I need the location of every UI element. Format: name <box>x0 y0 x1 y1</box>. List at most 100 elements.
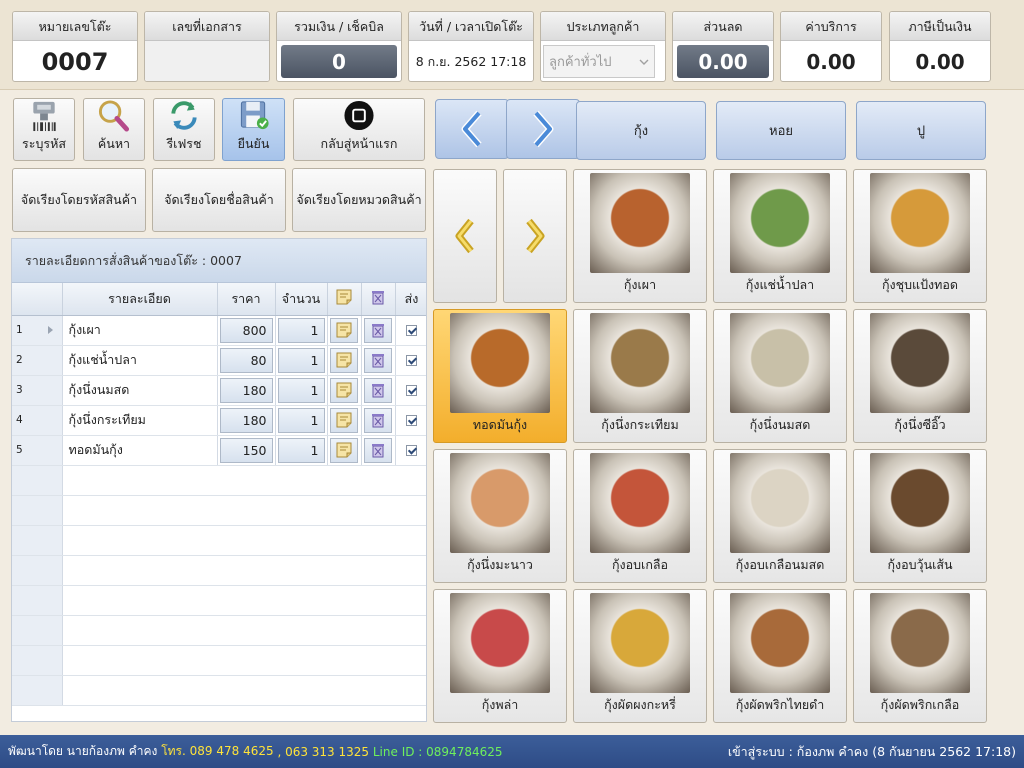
note-button[interactable] <box>330 317 358 343</box>
trash-icon <box>372 324 384 338</box>
note-button[interactable] <box>330 377 358 403</box>
send-cell[interactable] <box>395 435 426 466</box>
item-price[interactable]: 80 <box>219 347 273 373</box>
menu-item-tile[interactable]: กุ้งผัดพริกเกลือ <box>853 589 987 723</box>
order-row[interactable]: 1 กุ้งเผา 800 1 <box>12 315 426 346</box>
delete-cell[interactable] <box>361 345 396 376</box>
item-qty-cell[interactable]: 1 <box>275 435 328 466</box>
category-prev-button[interactable] <box>435 99 509 159</box>
customer-type-box: ประเภทลูกค้า ลูกค้าทั่วไป <box>540 11 666 82</box>
category-shellfish-button[interactable]: หอย <box>716 101 846 160</box>
customer-type-value: ลูกค้าทั่วไป <box>549 55 612 70</box>
note-header <box>327 283 362 316</box>
send-cell[interactable] <box>395 315 426 346</box>
delete-cell[interactable] <box>361 405 396 436</box>
menu-item-tile[interactable]: กุ้งนึ่งซีอิ๊ว <box>853 309 987 443</box>
chevron-right-icon <box>533 110 554 148</box>
delete-cell[interactable] <box>361 315 396 346</box>
item-price-cell[interactable]: 180 <box>217 375 276 406</box>
delete-cell[interactable] <box>361 435 396 466</box>
category-crab-button[interactable]: ปู <box>856 101 986 160</box>
order-row[interactable]: 4 กุ้งนึ่งกระเทียม 180 1 <box>12 405 426 436</box>
send-checkbox[interactable] <box>406 354 417 366</box>
sort-by-category-button[interactable]: จัดเรียงโดยหมวดสินค้า <box>292 168 426 232</box>
send-checkbox[interactable] <box>406 384 417 396</box>
note-cell[interactable] <box>327 315 362 346</box>
order-row[interactable]: 2 กุ้งแช่น้ำปลา 80 1 <box>12 345 426 376</box>
discount-value[interactable]: 0.00 <box>677 45 769 78</box>
item-qty-cell[interactable]: 1 <box>275 375 328 406</box>
send-cell[interactable] <box>395 405 426 436</box>
note-cell[interactable] <box>327 435 362 466</box>
row-number: 3 <box>12 375 63 406</box>
item-qty[interactable]: 1 <box>277 317 325 343</box>
send-cell[interactable] <box>395 375 426 406</box>
item-qty-cell[interactable]: 1 <box>275 405 328 436</box>
save-disk-icon <box>240 101 269 130</box>
menu-item-tile[interactable]: กุ้งผัดผงกะหรี่ <box>573 589 707 723</box>
delete-button[interactable] <box>364 377 392 403</box>
trash-icon <box>372 384 384 398</box>
search-button[interactable]: ค้นหา <box>83 98 145 161</box>
delete-button[interactable] <box>364 407 392 433</box>
item-qty[interactable]: 1 <box>277 407 325 433</box>
item-price-cell[interactable]: 180 <box>217 405 276 436</box>
barcode-button[interactable]: ระบุรหัส <box>13 98 75 161</box>
note-button[interactable] <box>330 347 358 373</box>
send-cell[interactable] <box>395 345 426 376</box>
menu-item-tile[interactable]: ทอดมันกุ้ง <box>433 309 567 443</box>
note-cell[interactable] <box>327 405 362 436</box>
item-qty-cell[interactable]: 1 <box>275 345 328 376</box>
delete-button[interactable] <box>364 347 392 373</box>
category-next-button[interactable] <box>506 99 580 159</box>
note-button[interactable] <box>330 437 358 463</box>
item-qty-cell[interactable]: 1 <box>275 315 328 346</box>
customer-type-select[interactable]: ลูกค้าทั่วไป <box>543 45 655 78</box>
delete-button[interactable] <box>364 317 392 343</box>
send-checkbox[interactable] <box>406 324 417 336</box>
item-qty[interactable]: 1 <box>277 347 325 373</box>
menu-item-tile[interactable]: กุ้งผัดพริกไทยดำ <box>713 589 847 723</box>
item-qty[interactable]: 1 <box>277 437 325 463</box>
menu-item-tile[interactable]: กุ้งแช่น้ำปลา <box>713 169 847 303</box>
discount-box[interactable]: ส่วนลด 0.00 <box>672 11 774 82</box>
note-button[interactable] <box>330 407 358 433</box>
refresh-button[interactable]: รีเฟรช <box>153 98 215 161</box>
item-price-cell[interactable]: 150 <box>217 435 276 466</box>
confirm-button[interactable]: ยืนยัน <box>222 98 285 161</box>
order-row[interactable]: 3 กุ้งนึ่งนมสด 180 1 <box>12 375 426 406</box>
delete-button[interactable] <box>364 437 392 463</box>
total-value[interactable]: 0 <box>281 45 397 78</box>
menu-item-tile[interactable]: กุ้งอบวุ้นเส้น <box>853 449 987 583</box>
menu-item-tile[interactable]: กุ้งอบเกลือนมสด <box>713 449 847 583</box>
row-number: 5 <box>12 435 63 466</box>
category-shrimp-button[interactable]: กุ้ง <box>576 101 706 160</box>
send-checkbox[interactable] <box>406 414 417 426</box>
menu-item-tile[interactable]: กุ้งนึ่งนมสด <box>713 309 847 443</box>
menu-item-tile[interactable]: กุ้งนึ่งมะนาว <box>433 449 567 583</box>
order-row[interactable]: 5 ทอดมันกุ้ง 150 1 <box>12 435 426 466</box>
menu-item-tile[interactable]: กุ้งอบเกลือ <box>573 449 707 583</box>
item-price[interactable]: 180 <box>219 377 273 403</box>
menu-item-tile[interactable]: กุ้งชุบแป้งทอด <box>853 169 987 303</box>
note-cell[interactable] <box>327 375 362 406</box>
sort-by-name-button[interactable]: จัดเรียงโดยชื่อสินค้า <box>152 168 286 232</box>
item-price-cell[interactable]: 800 <box>217 315 276 346</box>
menu-prev-page-button[interactable] <box>433 169 497 303</box>
home-button[interactable]: กลับสู่หน้าแรก <box>293 98 425 161</box>
menu-item-tile[interactable]: กุ้งนึ่งกระเทียม <box>573 309 707 443</box>
menu-next-page-button[interactable] <box>503 169 567 303</box>
confirm-button-label: ยืนยัน <box>237 136 270 151</box>
note-cell[interactable] <box>327 345 362 376</box>
item-price[interactable]: 180 <box>219 407 273 433</box>
item-price-cell[interactable]: 80 <box>217 345 276 376</box>
menu-item-tile[interactable]: กุ้งพล่า <box>433 589 567 723</box>
delete-cell[interactable] <box>361 375 396 406</box>
item-price[interactable]: 150 <box>219 437 273 463</box>
item-price[interactable]: 800 <box>219 317 273 343</box>
item-qty[interactable]: 1 <box>277 377 325 403</box>
total-box[interactable]: รวมเงิน / เช็คบิล 0 <box>276 11 402 82</box>
send-checkbox[interactable] <box>406 444 417 456</box>
sort-by-code-button[interactable]: จัดเรียงโดยรหัสสินค้า <box>12 168 146 232</box>
menu-item-tile[interactable]: กุ้งเผา <box>573 169 707 303</box>
